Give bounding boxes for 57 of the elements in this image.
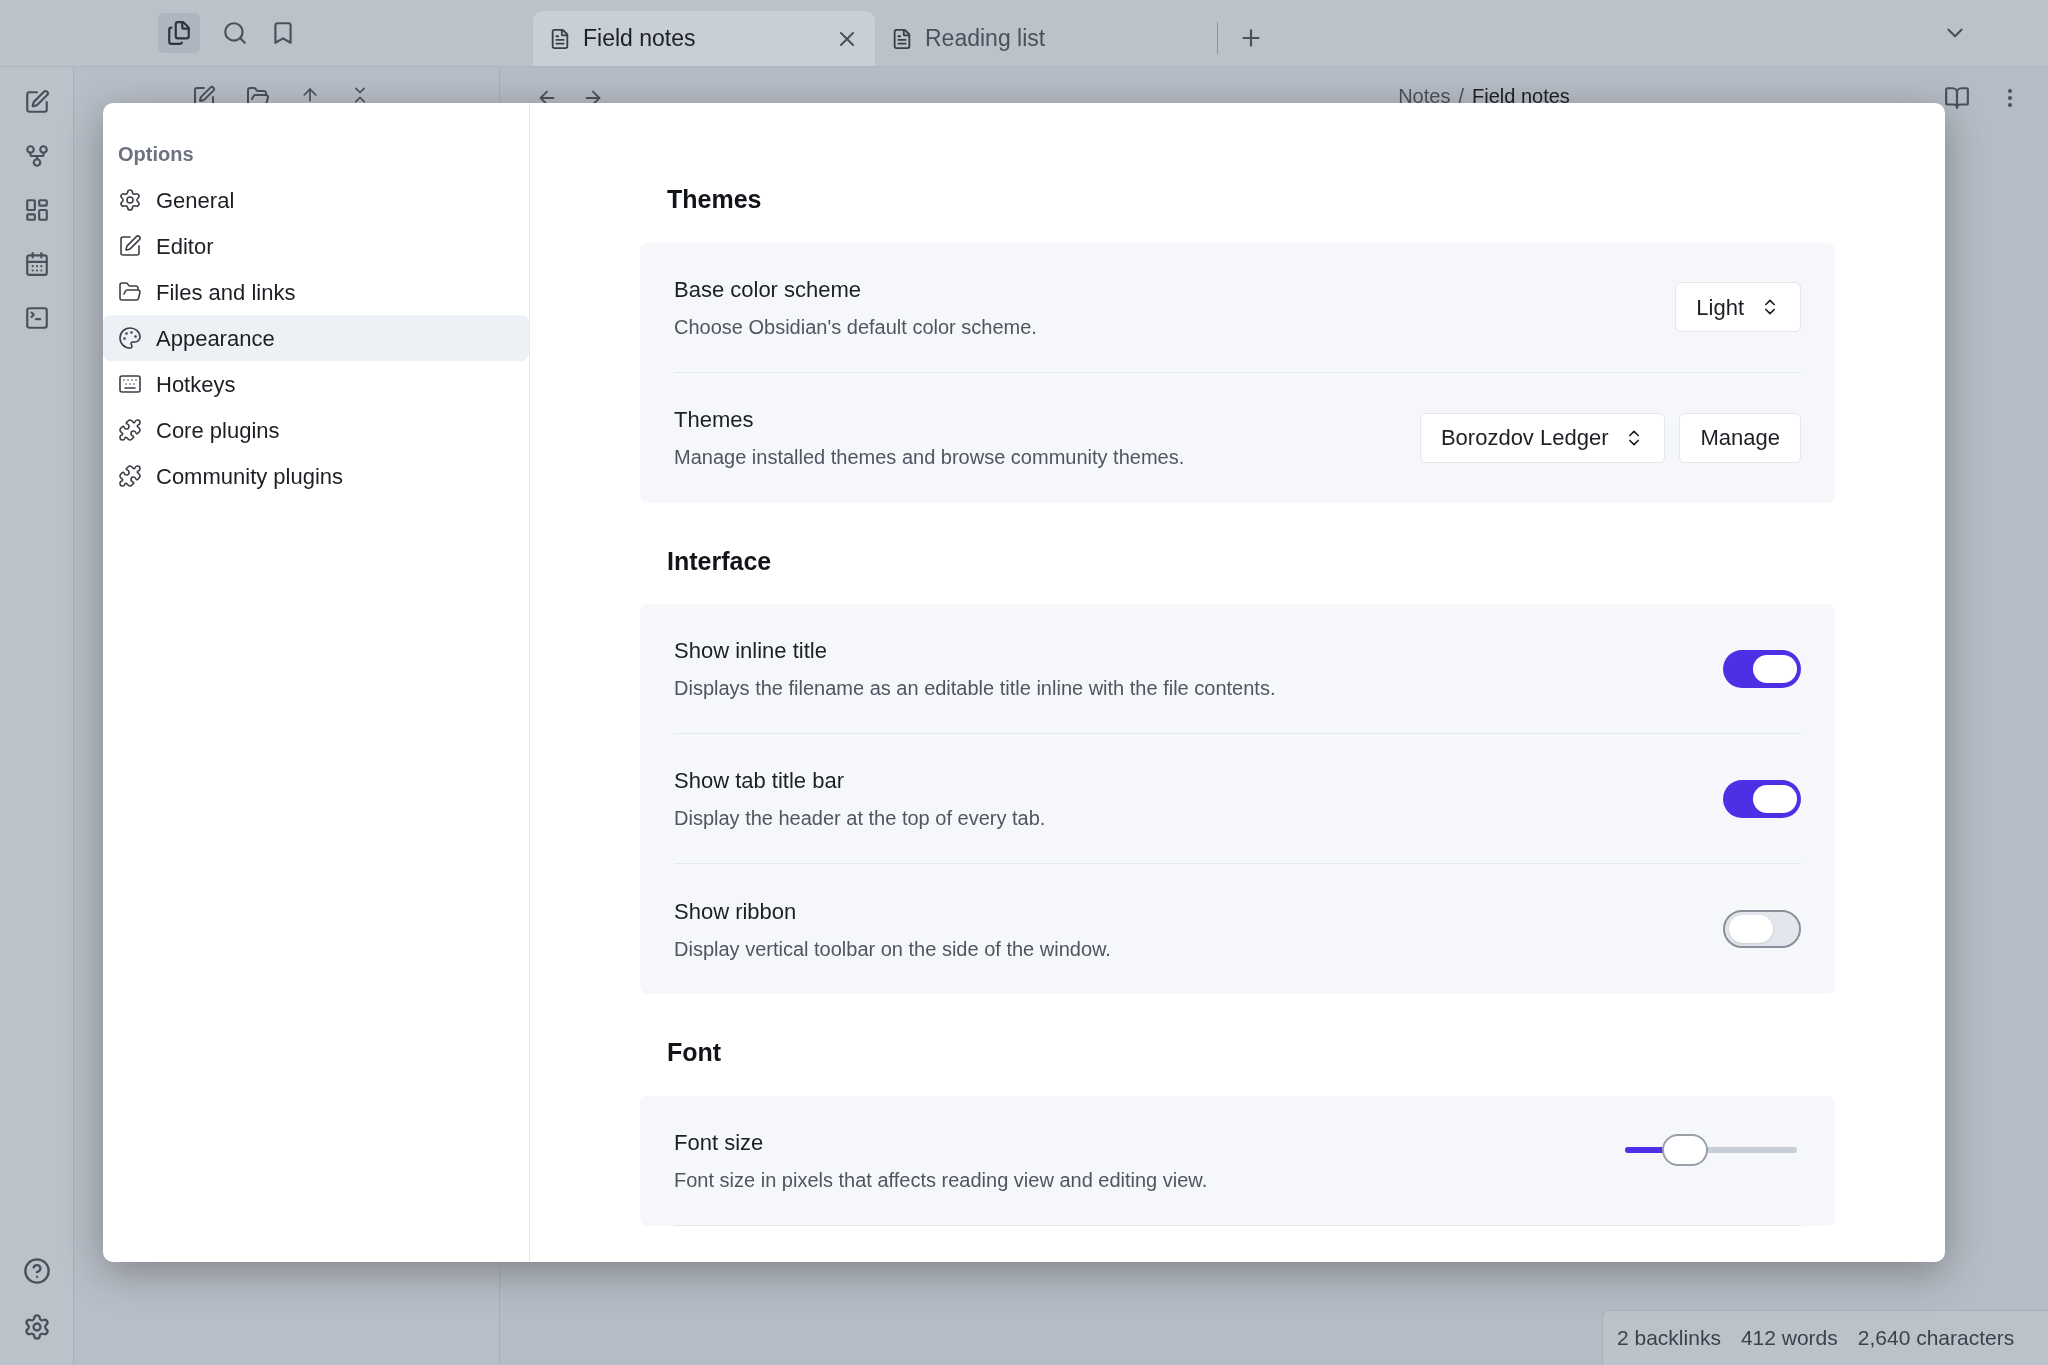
tab[interactable]: Field notes <box>533 11 875 66</box>
sidebar-item[interactable]: Community plugins <box>103 453 529 499</box>
terminal-icon[interactable] <box>23 305 50 331</box>
breadcrumb-file: Field notes <box>1472 84 1570 109</box>
breadcrumb-separator: / <box>1458 84 1464 109</box>
pencil-square-icon <box>118 234 142 258</box>
toggle-switch[interactable] <box>1723 910 1801 948</box>
fork-icon[interactable] <box>23 143 50 169</box>
keyboard-icon <box>118 372 142 396</box>
setting-name: Show tab title bar <box>674 767 845 795</box>
sidebar-item[interactable]: General <box>103 177 529 223</box>
section-heading: Themes <box>666 184 763 215</box>
setting-name: Font size <box>674 1128 765 1157</box>
puzzle-icon <box>118 464 142 488</box>
setting-description: Manage installed themes and browse community themes. <box>674 445 1185 470</box>
gear-icon <box>118 188 142 212</box>
setting-description: Displays the filename as an editable title inline with the file contents. <box>674 676 1276 701</box>
help-icon[interactable] <box>22 1257 51 1285</box>
section-heading: Interface <box>666 545 773 577</box>
palette-icon <box>118 326 142 350</box>
sidebar-item[interactable]: Appearance <box>103 315 529 361</box>
puzzle-icon <box>118 418 142 442</box>
sidebar-item[interactable]: Files and links <box>103 269 529 315</box>
sidebar-item[interactable]: Core plugins <box>103 407 529 453</box>
setting-description: Choose Obsidian's default color scheme. <box>674 314 1037 340</box>
setting-description: Display the header at the top of every tab. <box>674 806 1046 831</box>
document-icon <box>549 27 571 50</box>
setting-description: Font size in pixels that affects reading view and editing view. <box>674 1167 1208 1193</box>
pencil-square-icon[interactable] <box>23 89 50 115</box>
document-icon <box>891 27 913 50</box>
status-item: 2 backlinks <box>1617 1325 1721 1352</box>
calendar-icon[interactable] <box>23 251 50 277</box>
sidebar-item[interactable]: Editor <box>103 223 529 269</box>
setting-name: Show inline title <box>674 637 828 665</box>
book-icon[interactable] <box>1944 85 1970 111</box>
setting-name: Show ribbon <box>674 897 798 926</box>
manage-button[interactable]: Manage <box>1679 412 1801 463</box>
dropdown[interactable]: Light <box>1675 282 1801 332</box>
sidebar-item[interactable]: Hotkeys <box>103 361 529 407</box>
slider[interactable] <box>1625 1132 1797 1168</box>
dashboard-icon[interactable] <box>23 197 50 223</box>
search-icon[interactable] <box>222 20 248 46</box>
setting-description: Display vertical toolbar on the side of the window. <box>674 936 1111 962</box>
slider-thumb[interactable] <box>1662 1134 1709 1166</box>
sidebar-heading: Options <box>117 142 195 167</box>
setting-name: Themes <box>674 406 755 434</box>
files-icon[interactable] <box>158 13 200 53</box>
folder-icon <box>118 280 142 304</box>
settings-icon[interactable] <box>22 1313 51 1341</box>
toggle-switch[interactable] <box>1723 779 1801 818</box>
status-item: 412 words <box>1740 1325 1838 1352</box>
tab[interactable]: Reading list <box>875 11 1217 66</box>
dropdown[interactable]: Borozdov Ledger <box>1419 412 1666 463</box>
setting-name: Base color scheme <box>674 275 863 304</box>
section-heading: Font <box>666 1037 723 1068</box>
toggle-switch[interactable] <box>1723 649 1801 688</box>
status-item: 2,640 characters <box>1857 1325 2015 1352</box>
